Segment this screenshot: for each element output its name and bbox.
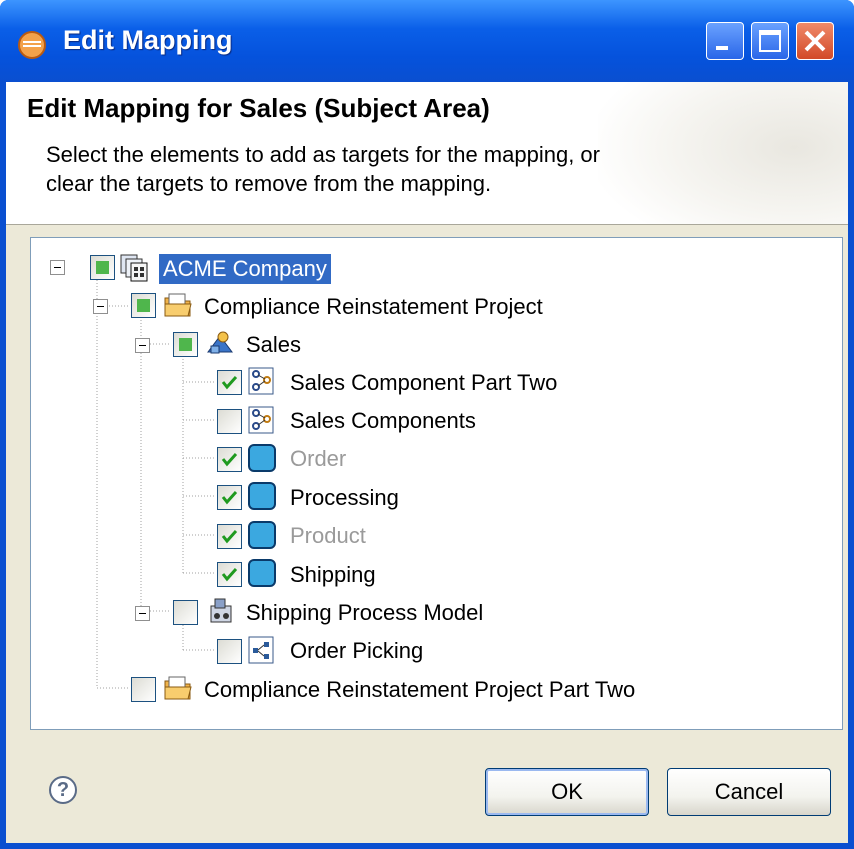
help-icon[interactable]: ? xyxy=(49,776,77,804)
tree-checkbox[interactable] xyxy=(217,447,242,472)
tree-checkbox[interactable] xyxy=(217,524,242,549)
checkmark-icon xyxy=(221,529,238,544)
checkmark-icon xyxy=(221,567,238,582)
header-description: Select the elements to add as targets fo… xyxy=(46,140,746,198)
tree-checkbox[interactable] xyxy=(173,332,198,357)
entity-icon xyxy=(248,521,276,549)
maximize-button[interactable] xyxy=(751,22,789,60)
company-icon xyxy=(120,254,148,282)
tree-node-label[interactable]: Sales Components xyxy=(290,406,476,436)
minimize-button[interactable] xyxy=(706,22,744,60)
tree-node-label[interactable]: Order xyxy=(290,444,346,474)
tree-checkbox[interactable] xyxy=(217,370,242,395)
entity-icon xyxy=(248,559,276,587)
maximize-icon xyxy=(759,30,781,52)
collapse-toggle[interactable] xyxy=(135,338,150,353)
header-description-line1: Select the elements to add as targets fo… xyxy=(46,142,600,167)
header-description-line2: clear the targets to remove from the map… xyxy=(46,171,492,196)
process-model-icon xyxy=(210,598,232,623)
project-folder-icon xyxy=(164,676,192,700)
tree-node-label[interactable]: Order Picking xyxy=(290,636,423,666)
entity-icon xyxy=(248,444,276,472)
component-icon xyxy=(248,406,274,434)
tree-checkbox[interactable] xyxy=(217,485,242,510)
tree-node-label[interactable]: Shipping Process Model xyxy=(246,598,483,628)
tree-node-label[interactable]: Processing xyxy=(290,483,399,513)
window-title: Edit Mapping xyxy=(63,25,233,55)
tree-node-label[interactable]: Shipping xyxy=(290,560,376,590)
component-icon xyxy=(248,367,274,395)
close-button[interactable] xyxy=(796,22,834,60)
tree-checkbox[interactable] xyxy=(131,293,156,318)
collapse-toggle[interactable] xyxy=(50,260,65,275)
entity-icon xyxy=(248,482,276,510)
dialog-content: Edit Mapping for Sales (Subject Area) Se… xyxy=(6,82,848,843)
mapping-tree[interactable]: ACME Company Compliance Reinstatement Pr… xyxy=(30,237,843,730)
tree-node-label[interactable]: ACME Company xyxy=(159,254,331,284)
eclipse-app-icon xyxy=(18,31,46,59)
tree-node-label[interactable]: Compliance Reinstatement Project Part Tw… xyxy=(204,675,635,705)
tree-node-label[interactable]: Sales Component Part Two xyxy=(290,368,557,398)
dialog-window: Edit Mapping Edit Mapping for Sales (Sub… xyxy=(0,0,854,849)
checkmark-icon xyxy=(221,490,238,505)
project-folder-icon xyxy=(164,293,192,317)
title-bar[interactable]: Edit Mapping xyxy=(0,0,854,82)
tree-checkbox[interactable] xyxy=(217,639,242,664)
tree-node-label[interactable]: Compliance Reinstatement Project xyxy=(204,292,543,322)
tree-checkbox[interactable] xyxy=(217,409,242,434)
close-icon xyxy=(804,30,826,52)
header-title: Edit Mapping for Sales (Subject Area) xyxy=(27,93,490,123)
collapse-toggle[interactable] xyxy=(135,606,150,621)
tree-checkbox[interactable] xyxy=(217,562,242,587)
tree-node-label[interactable]: Product xyxy=(290,521,366,551)
collapse-toggle[interactable] xyxy=(93,299,108,314)
ok-button[interactable]: OK xyxy=(485,768,649,816)
process-icon xyxy=(248,636,274,664)
checkmark-icon xyxy=(221,375,238,390)
window-frame-bottom xyxy=(0,843,854,849)
subject-area-icon xyxy=(207,331,233,354)
tree-checkbox[interactable] xyxy=(173,600,198,625)
cancel-button[interactable]: Cancel xyxy=(667,768,831,816)
tree-checkbox[interactable] xyxy=(131,677,156,702)
tree-node-label[interactable]: Sales xyxy=(246,330,301,360)
window-frame-right xyxy=(848,82,854,849)
minimize-icon xyxy=(716,46,728,50)
checkmark-icon xyxy=(221,452,238,467)
tree-checkbox[interactable] xyxy=(90,255,115,280)
dialog-header: Edit Mapping for Sales (Subject Area) Se… xyxy=(6,82,848,225)
